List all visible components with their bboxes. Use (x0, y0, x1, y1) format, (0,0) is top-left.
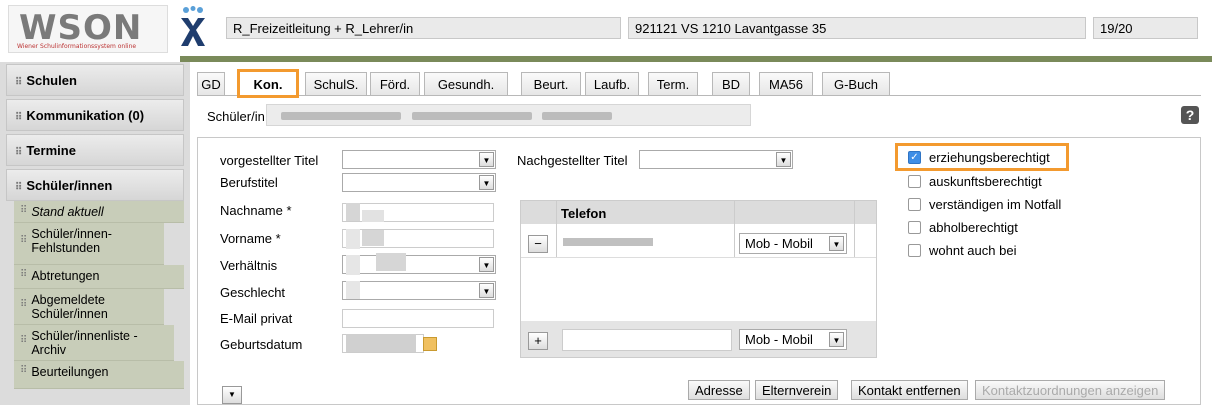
chevron-down-icon: ▼ (479, 152, 494, 167)
sidebar-section-schulen[interactable]: ⠿ Schulen (6, 64, 184, 96)
label-vorname: Vorname * (220, 231, 281, 246)
label-abholberechtigt: abholberechtigt (929, 220, 1018, 235)
auskunftsberechtigt-checkbox[interactable] (908, 175, 921, 188)
school-year-field: 19/20 (1093, 17, 1198, 39)
redacted-value (346, 255, 360, 275)
column-divider (854, 201, 855, 258)
column-divider (556, 201, 557, 258)
school-field: 921121 VS 1210 Lavantgasse 35 (628, 17, 1086, 39)
label-geburtsdatum: Geburtsdatum (220, 337, 303, 352)
sidebar: ⠿ Schulen ⠿ Kommunikation (0) ⠿ Termine ⠿ Sc… (0, 62, 190, 405)
phone-table: Telefon − Mob - Mobil ▼ + Mob - Mobil ▼ (520, 200, 877, 358)
student-name-field (266, 104, 751, 126)
email-input[interactable] (342, 309, 494, 328)
label-geschlecht: Geschlecht (220, 285, 286, 300)
redacted-value (362, 210, 384, 222)
tab-gd[interactable]: GD (197, 72, 225, 96)
wiso-logo: WSON Wiener Schulinformationssystem onli… (8, 5, 168, 53)
wohnt-auch-bei-checkbox[interactable] (908, 244, 921, 257)
remove-phone-button[interactable]: − (528, 235, 548, 253)
person-icon (181, 6, 205, 46)
label-nachname: Nachname * (220, 203, 292, 218)
elternverein-button[interactable]: Elternverein (755, 380, 839, 400)
new-phone-type-select[interactable]: Mob - Mobil ▼ (739, 329, 847, 350)
header-divider (180, 56, 1212, 62)
redacted-value (346, 229, 360, 249)
tab-gesundh[interactable]: Gesundh. (424, 72, 508, 96)
chevron-down-icon: ▼ (479, 175, 494, 190)
redacted-value (346, 334, 416, 352)
row-divider (521, 257, 876, 258)
column-divider (734, 201, 735, 258)
verhaeltnis-select[interactable]: ▼ (342, 255, 496, 274)
logo-text: WSON (19, 8, 143, 48)
redacted-name (542, 112, 612, 120)
redacted-phone (563, 238, 653, 246)
tab-term[interactable]: Term. (648, 72, 698, 96)
tab-bd[interactable]: BD (712, 72, 750, 96)
label-auskunftsberechtigt: auskunftsberechtigt (929, 174, 1042, 189)
tab-schuls[interactable]: SchulS. (305, 72, 367, 96)
sidebar-section-kommunikation[interactable]: ⠿ Kommunikation (0) (6, 99, 184, 131)
redacted-value (346, 281, 360, 299)
adresse-button[interactable]: Adresse (688, 380, 750, 400)
calendar-icon[interactable] (423, 337, 437, 351)
sidebar-item-abtretungen[interactable]: ⠿ Abtretungen (14, 265, 184, 289)
geschlecht-select[interactable]: ▼ (342, 281, 496, 300)
label-notfall: verständigen im Notfall (929, 197, 1062, 212)
chevron-down-icon: ▼ (776, 152, 791, 167)
label-verhaeltnis: Verhältnis (220, 258, 278, 273)
notfall-checkbox[interactable] (908, 198, 921, 211)
label-wohnt-auch-bei: wohnt auch bei (929, 243, 1017, 258)
redacted-name (412, 112, 532, 120)
label-email: E-Mail privat (220, 311, 293, 326)
label-nachgestellter-titel: Nachgestellter Titel (517, 153, 628, 168)
chevron-down-icon: ▼ (479, 257, 494, 272)
kontakt-entfernen-button[interactable]: Kontakt entfernen (851, 380, 968, 400)
redacted-value (376, 253, 406, 271)
kontaktzuordnungen-button[interactable]: Kontaktzuordnungen anzeigen (975, 380, 1166, 400)
add-phone-button[interactable]: + (528, 332, 548, 350)
tab-laufb[interactable]: Laufb. (585, 72, 639, 96)
help-button[interactable]: ? (1181, 106, 1199, 124)
tab-beurt[interactable]: Beurt. (521, 72, 581, 96)
phone-table-header: Telefon (521, 201, 876, 224)
logo-subtitle: Wiener Schulinformationssystem online (17, 43, 137, 50)
tab-foerd[interactable]: Förd. (370, 72, 420, 96)
sidebar-item-beurteilungen[interactable]: ⠿ Beurteilungen (14, 361, 184, 389)
vorgestellter-titel-select[interactable]: ▼ (342, 150, 496, 169)
phone-column-header: Telefon (561, 206, 607, 221)
chevron-down-icon: ▼ (829, 236, 844, 251)
label-vorgestellter-titel: vorgestellter Titel (220, 153, 319, 168)
sidebar-section-schueler[interactable]: ⠿ Schüler/innen (6, 169, 184, 201)
tab-kon[interactable]: Kon. (237, 69, 299, 98)
sidebar-item-stand-aktuell[interactable]: ⠿ Stand aktuell (14, 201, 184, 223)
sidebar-item-fehlstunden[interactable]: ⠿ Schüler/innen-Fehlstunden (14, 223, 164, 265)
redacted-value (362, 230, 384, 246)
tab-ma56[interactable]: MA56 (759, 72, 813, 96)
redacted-name (281, 112, 401, 120)
student-label: Schüler/in (207, 109, 265, 124)
new-phone-input[interactable] (562, 329, 732, 351)
sidebar-item-archiv[interactable]: ⠿ Schüler/innenliste - Archiv (14, 325, 174, 361)
label-berufstitel: Berufstitel (220, 175, 278, 190)
label-erziehungsberechtigt: erziehungsberechtigt (929, 150, 1050, 165)
erziehungsberechtigt-checkbox[interactable]: ✓ (908, 151, 921, 164)
sidebar-item-abgemeldete[interactable]: ⠿ Abgemeldete Schüler/innen (14, 289, 164, 325)
abholberechtigt-checkbox[interactable] (908, 221, 921, 234)
nachgestellter-titel-select[interactable]: ▼ (639, 150, 793, 169)
chevron-down-icon: ▼ (829, 332, 844, 347)
header: WSON Wiener Schulinformationssystem onli… (0, 0, 1212, 62)
sidebar-section-termine[interactable]: ⠿ Termine (6, 134, 184, 166)
expand-button[interactable]: ▼ (222, 386, 242, 404)
berufstitel-select[interactable]: ▼ (342, 173, 496, 192)
tab-gbuch[interactable]: G-Buch (822, 72, 890, 96)
phone-type-select[interactable]: Mob - Mobil ▼ (739, 233, 847, 254)
redacted-value (346, 203, 360, 221)
role-field: R_Freizeitleitung + R_Lehrer/in (226, 17, 621, 39)
chevron-down-icon: ▼ (479, 283, 494, 298)
